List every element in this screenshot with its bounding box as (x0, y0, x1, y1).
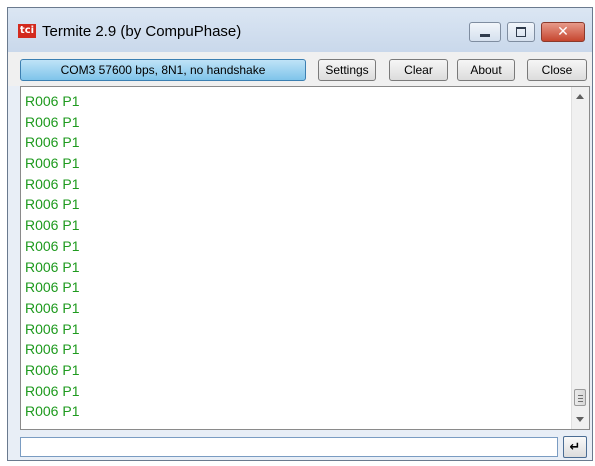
close-icon: ✕ (557, 24, 569, 40)
terminal-line: R006 P1 (25, 237, 80, 254)
terminal-line: R006 P1 (25, 196, 80, 213)
window-title: Termite 2.9 (by CompuPhase) (42, 23, 242, 40)
grip-line (578, 401, 583, 402)
terminal-line: R006 P1 (25, 155, 80, 172)
window-close-button[interactable]: ✕ (541, 22, 585, 42)
termite-app-icon[interactable]: tci (18, 24, 36, 38)
terminal-line: R006 P1 (25, 258, 80, 275)
terminal-output[interactable]: R006 P1 R006 P1 R006 P1 R006 P1 R006 P1 R006 … (20, 86, 590, 430)
terminal-line: R006 P1 (25, 93, 80, 109)
send-input[interactable] (20, 437, 558, 457)
terminal-line: R006 P1 (25, 279, 80, 296)
enter-icon: ↵ (569, 439, 581, 455)
terminal-line: R006 P1 (25, 403, 80, 420)
grip-line (578, 395, 583, 396)
terminal-line: R006 P1 (25, 113, 80, 130)
scroll-up-arrow-icon[interactable] (576, 94, 584, 99)
terminal-line: R006 P1 (25, 341, 80, 358)
terminal-line: R006 P1 (25, 217, 80, 234)
close-button[interactable]: Close (527, 59, 587, 81)
port-connection-button[interactable]: COM3 57600 bps, 8N1, no handshake (20, 59, 306, 81)
maximize-button[interactable] (507, 22, 535, 42)
grip-line (578, 398, 583, 399)
terminal-line: R006 P1 (25, 175, 80, 192)
terminal-line: R006 P1 (25, 320, 80, 337)
terminal-line: R006 P1 (25, 361, 80, 378)
terminal-line: R006 P1 (25, 299, 80, 316)
about-button[interactable]: About (457, 59, 515, 81)
send-button[interactable]: ↵ (563, 436, 587, 458)
clear-button[interactable]: Clear (389, 59, 448, 81)
termite-window: tci Termite 2.9 (by CompuPhase) ✕ COM3 5… (7, 7, 593, 461)
settings-button[interactable]: Settings (318, 59, 376, 81)
scroll-down-arrow-icon[interactable] (576, 417, 584, 422)
minimize-button[interactable] (469, 22, 501, 42)
title-bar[interactable]: tci Termite 2.9 (by CompuPhase) ✕ (8, 8, 592, 52)
terminal-line: R006 P1 (25, 382, 80, 399)
maximize-icon (516, 27, 526, 37)
toolbar: COM3 57600 bps, 8N1, no handshake Settin… (8, 52, 592, 86)
terminal-line: R006 P1 (25, 134, 80, 151)
scroll-thumb[interactable] (574, 389, 586, 406)
minimize-icon (480, 33, 490, 37)
output-lines: R006 P1 R006 P1 R006 P1 R006 P1 R006 P1 R006 … (25, 91, 79, 422)
vertical-scrollbar[interactable] (571, 87, 589, 429)
